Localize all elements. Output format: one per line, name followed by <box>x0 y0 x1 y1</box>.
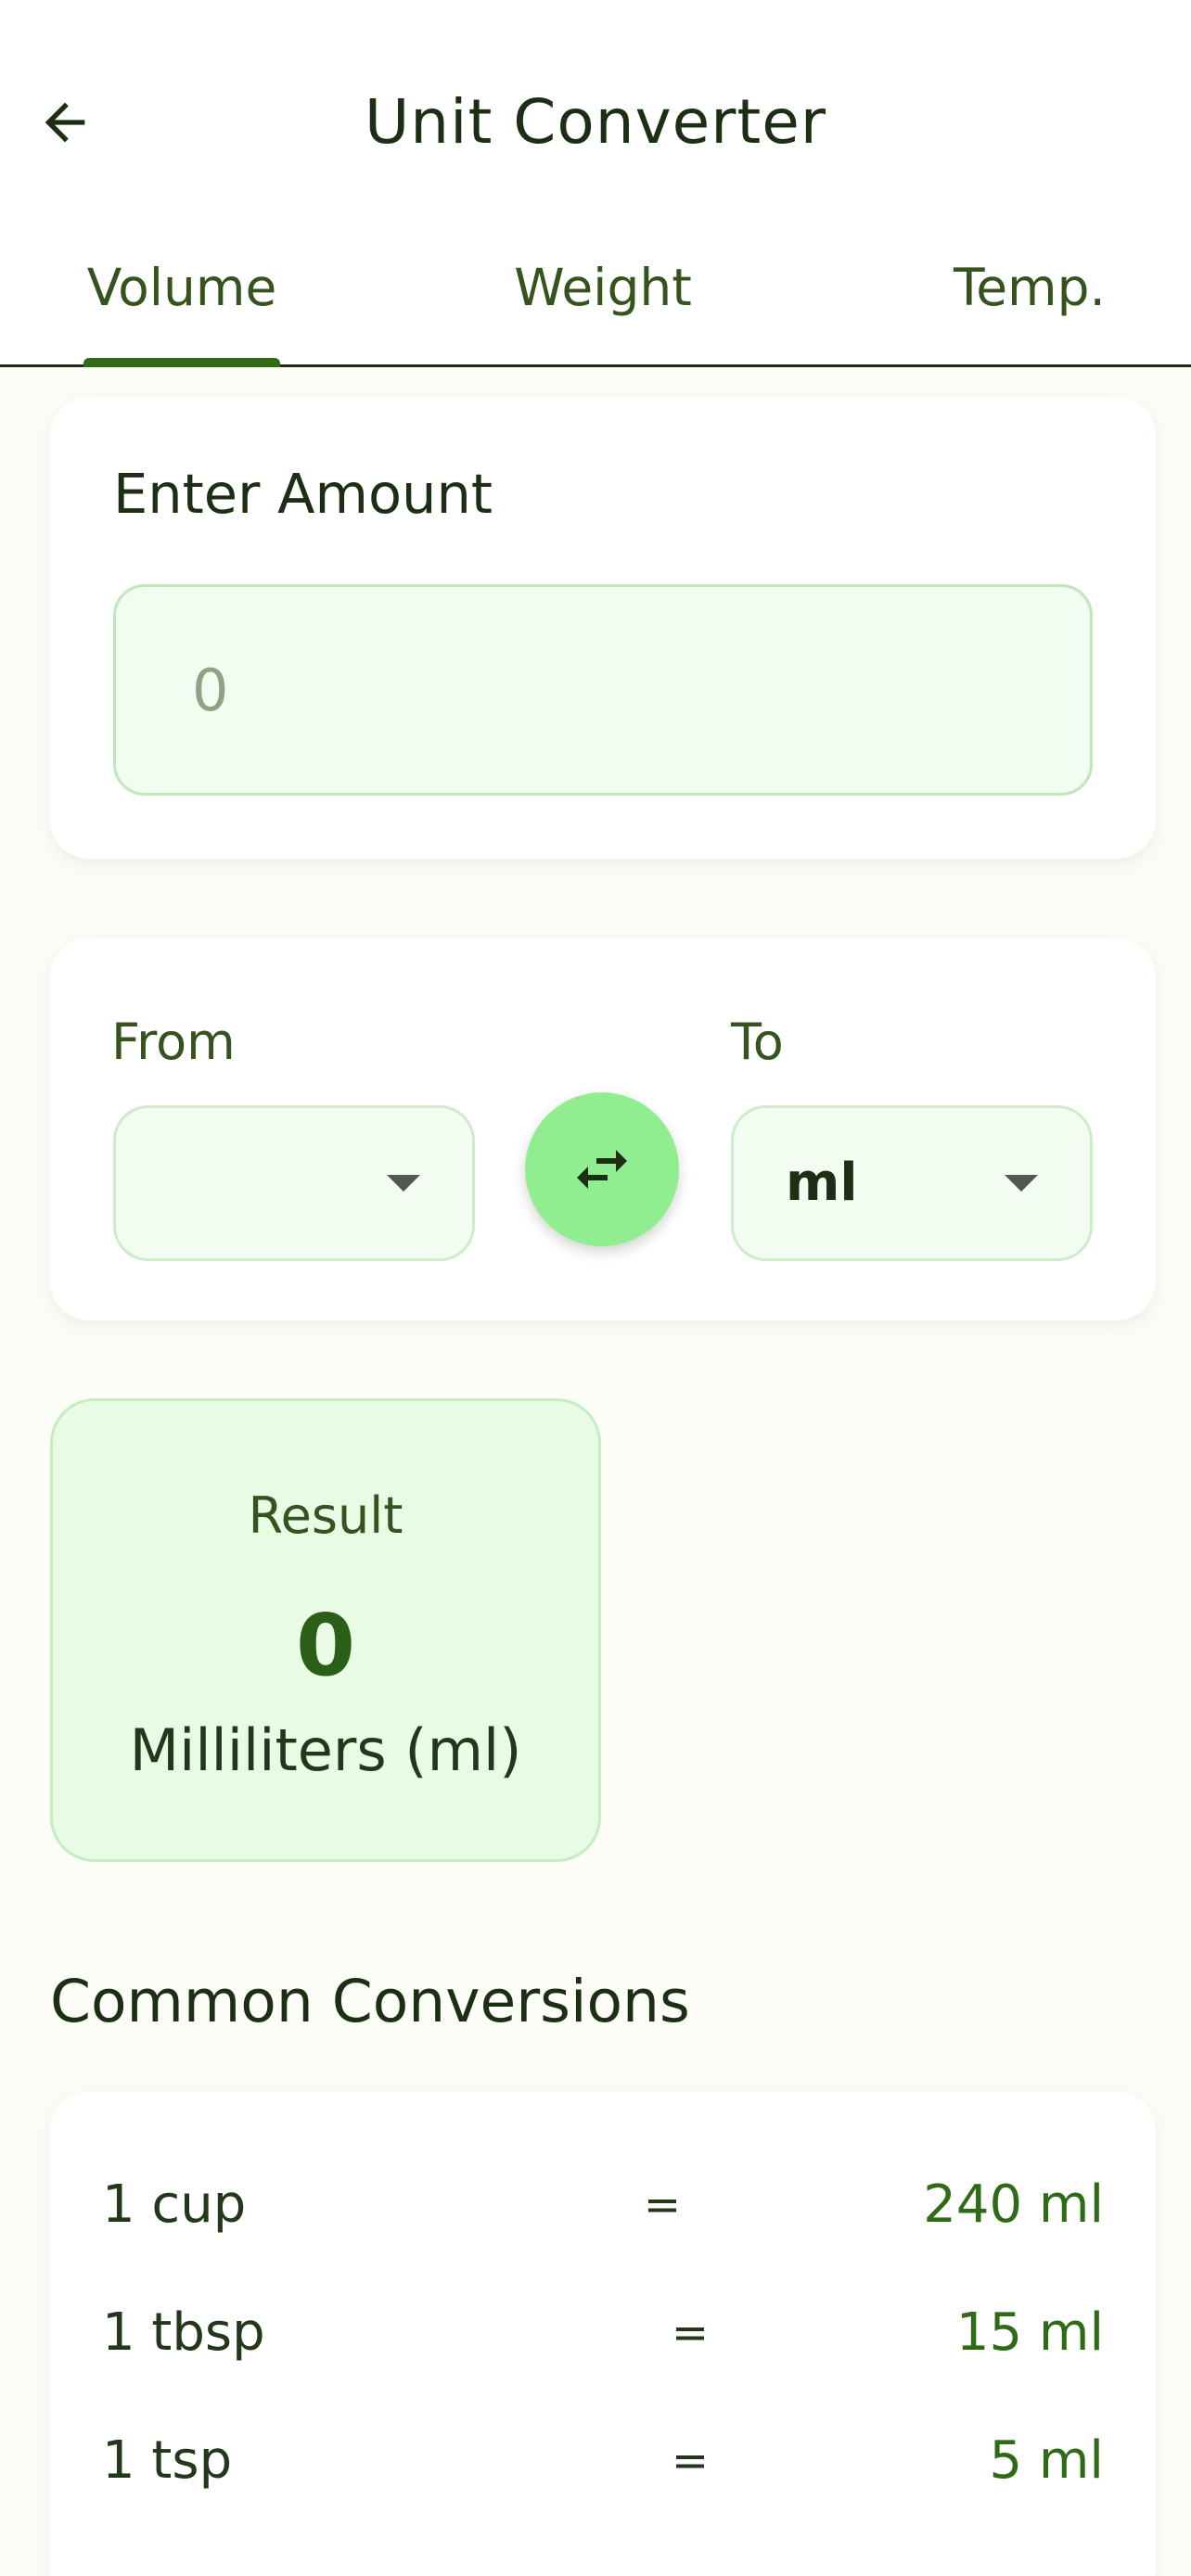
chevron-down-icon <box>387 1175 420 1192</box>
amount-input[interactable] <box>113 584 1093 796</box>
result-value: 0 <box>295 1596 355 1695</box>
conversion-to: 15 ml <box>955 2302 1104 2363</box>
amount-label: Enter Amount <box>113 462 493 526</box>
common-conversions-title: Common Conversions <box>50 1968 690 2035</box>
conversion-row: 1 cup = 240 ml <box>50 2168 1156 2242</box>
units-card: From To ml <box>50 938 1156 1320</box>
from-label: From <box>111 1013 236 1071</box>
conversion-row: 1 tsp = 5 ml <box>50 2424 1156 2498</box>
conversion-equals: = <box>671 2307 710 2359</box>
conversion-equals: = <box>671 2435 710 2487</box>
to-unit-dropdown[interactable]: ml <box>731 1105 1093 1261</box>
app-bar: Unit Converter Volume Weight Temp. <box>0 0 1191 367</box>
tab-temp[interactable]: Temp. <box>909 241 1150 367</box>
conversion-to: 240 ml <box>923 2174 1104 2235</box>
amount-card: Enter Amount <box>50 397 1156 859</box>
tab-volume[interactable]: Volume <box>56 241 308 367</box>
conversion-from: 1 tbsp <box>102 2302 265 2363</box>
selected-tab-indicator <box>83 358 280 367</box>
swap-horizontal-icon <box>577 1150 627 1189</box>
chevron-down-icon <box>1005 1175 1038 1192</box>
to-label: To <box>731 1013 784 1071</box>
common-conversions-card: 1 cup = 240 ml 1 tbsp = 15 ml 1 tsp = 5 … <box>50 2092 1156 2576</box>
result-unit: Milliliters (ml) <box>129 1716 522 1784</box>
unit-category-tabs: Volume Weight Temp. <box>0 241 1191 367</box>
swap-units-button[interactable] <box>525 1092 679 1246</box>
result-card: Result 0 Milliliters (ml) <box>50 1398 601 1862</box>
from-unit-dropdown[interactable] <box>113 1105 475 1261</box>
conversion-to: 5 ml <box>989 2430 1104 2491</box>
unit-converter-screen: Unit Converter Volume Weight Temp. Enter… <box>0 0 1191 2576</box>
to-unit-value: ml <box>786 1153 858 1213</box>
page-title: Unit Converter <box>364 86 827 158</box>
tab-weight[interactable]: Weight <box>473 241 733 367</box>
conversion-from: 1 cup <box>102 2174 247 2235</box>
conversion-equals: = <box>643 2179 682 2231</box>
result-label: Result <box>248 1486 403 1545</box>
conversion-from: 1 tsp <box>102 2430 233 2491</box>
conversion-row: 1 tbsp = 15 ml <box>50 2296 1156 2370</box>
